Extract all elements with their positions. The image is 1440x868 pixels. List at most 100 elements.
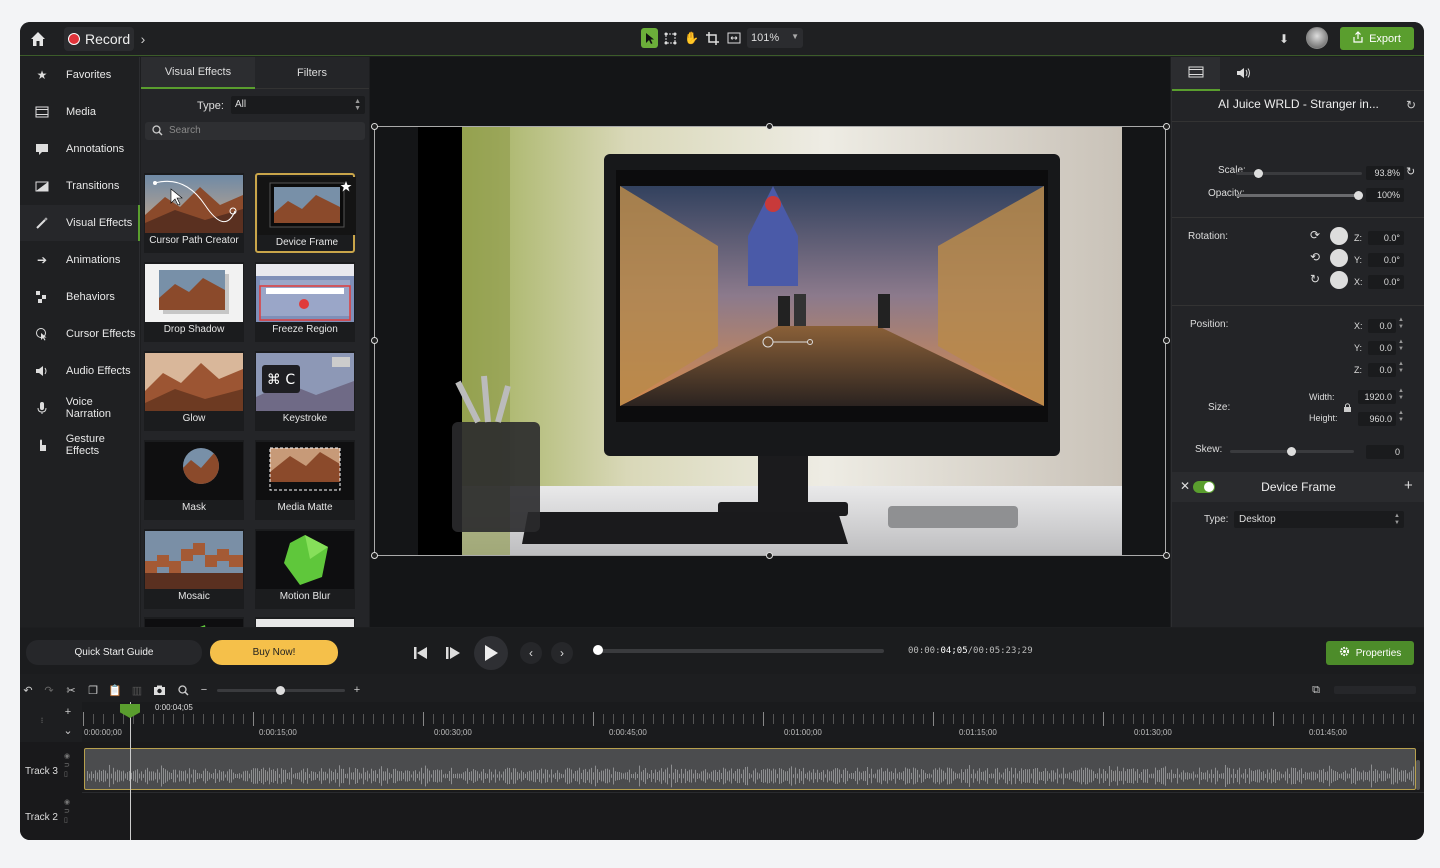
buy-now-button[interactable]: Buy Now! (210, 640, 338, 665)
track-controls-icon[interactable]: ◉ ⊃ ▯ (64, 752, 70, 779)
stepper-icon[interactable]: ▲ ▼ (1398, 339, 1404, 353)
resize-handle[interactable] (766, 552, 773, 559)
add-icon[interactable]: + (1404, 477, 1413, 494)
properties-button[interactable]: Properties (1326, 641, 1414, 665)
opacity-slider-knob[interactable] (1354, 191, 1363, 200)
rotation-y-field[interactable]: 0.0° (1368, 253, 1404, 267)
scale-slider-knob[interactable] (1254, 169, 1263, 178)
effect-tile-mask[interactable]: Mask (144, 440, 244, 520)
skew-field[interactable]: 0 (1366, 445, 1404, 459)
sidebar-item-transitions[interactable]: Transitions (20, 168, 140, 204)
scrub-bar[interactable] (596, 649, 884, 653)
resize-handle[interactable] (1163, 123, 1170, 130)
tab-visual-properties[interactable] (1172, 57, 1220, 91)
snapshot-icon[interactable] (151, 682, 167, 698)
timeline-zoom-knob[interactable] (276, 686, 285, 695)
resize-handle[interactable] (1163, 552, 1170, 559)
sidebar-item-behaviors[interactable]: Behaviors (20, 279, 140, 315)
add-track-icon[interactable]: + (60, 704, 76, 720)
position-y-field[interactable]: 0.0 (1368, 341, 1396, 355)
sidebar-item-favorites[interactable]: ★ Favorites (20, 57, 140, 93)
export-button[interactable]: Export (1340, 27, 1414, 50)
height-field[interactable]: 960.0 (1358, 412, 1396, 426)
tab-visual-effects[interactable]: Visual Effects (141, 57, 255, 89)
step-back-icon[interactable] (410, 642, 432, 664)
resize-handle[interactable] (766, 123, 773, 130)
effect-tile-cursor-path-creator[interactable]: Cursor Path Creator (144, 173, 244, 253)
reset-icon[interactable]: ↻ (1406, 98, 1416, 112)
crop-icon[interactable] (704, 28, 721, 48)
cut-icon[interactable]: ✂ (63, 682, 79, 698)
vertical-scrollbar[interactable] (1416, 760, 1420, 790)
skew-slider-knob[interactable] (1287, 447, 1296, 456)
position-x-field[interactable]: 0.0 (1368, 319, 1396, 333)
sidebar-item-animations[interactable]: ➔ Animations (20, 242, 140, 278)
playhead[interactable] (130, 702, 131, 840)
type-select[interactable]: All ▲ ▼ (231, 96, 365, 114)
scrub-bar-knob[interactable] (593, 645, 603, 655)
zoom-icon[interactable] (175, 682, 191, 698)
edit-points-icon[interactable] (662, 28, 679, 48)
position-z-field[interactable]: 0.0 (1368, 363, 1396, 377)
select-tool-icon[interactable] (641, 28, 658, 48)
search-input[interactable]: Search (145, 122, 365, 140)
timeline-scroll[interactable] (1334, 686, 1416, 694)
sidebar-item-visual-effects[interactable]: Visual Effects (20, 205, 140, 241)
effect-tile-device-frame[interactable]: Device Frame (255, 173, 356, 253)
magnet-icon[interactable]: ⁝ (34, 712, 50, 728)
resize-handle[interactable] (371, 123, 378, 130)
effect-tile-glow[interactable]: Glow (144, 351, 244, 431)
effect-tile-motion-blur[interactable]: Motion Blur (255, 529, 355, 609)
download-icon[interactable]: ⬇ (1274, 29, 1294, 49)
scale-field[interactable]: 93.8% (1366, 166, 1404, 180)
resize-handle[interactable] (371, 337, 378, 344)
effect-tile-keystroke[interactable]: ⌘ C Keystroke (255, 351, 355, 431)
redo-icon[interactable]: ↷ (41, 682, 57, 698)
rotate-y-icon[interactable]: ⟲ (1310, 250, 1320, 264)
rotate-z-icon[interactable]: ⟳ (1310, 228, 1320, 242)
opacity-slider[interactable] (1236, 194, 1362, 197)
rotation-y-dial[interactable] (1330, 249, 1348, 267)
copy-icon[interactable]: ❐ (85, 682, 101, 698)
stepper-icon[interactable]: ▲ ▼ (1398, 388, 1404, 402)
sidebar-item-cursor-effects[interactable]: Cursor Effects (20, 316, 140, 352)
avatar[interactable] (1306, 27, 1328, 49)
sidebar-item-voice-narration[interactable]: Voice Narration (20, 390, 140, 426)
paste-icon[interactable]: 📋 (107, 682, 123, 698)
sidebar-item-media[interactable]: Media (20, 94, 140, 130)
rotation-x-field[interactable]: 0.0° (1368, 275, 1404, 289)
effect-type-select[interactable]: Desktop ▲ ▼ (1234, 511, 1404, 528)
rotation-z-dial[interactable] (1330, 227, 1348, 245)
next-icon[interactable]: › (551, 642, 573, 664)
resize-handle[interactable] (371, 552, 378, 559)
resize-handle[interactable] (1163, 337, 1170, 344)
chevron-down-icon[interactable]: ⌄ (60, 722, 76, 738)
stepper-icon[interactable]: ▲ ▼ (1398, 410, 1404, 424)
zoom-select[interactable]: 101% ▼ (747, 28, 803, 48)
chevron-right-icon[interactable]: › (136, 29, 150, 49)
rotation-x-dial[interactable] (1330, 271, 1348, 289)
quick-start-guide-button[interactable]: Quick Start Guide (26, 640, 202, 665)
reset-icon[interactable]: ↻ (1406, 165, 1415, 178)
width-field[interactable]: 1920.0 (1358, 390, 1396, 404)
lock-icon[interactable] (1343, 402, 1352, 416)
effect-tile-partial[interactable] (255, 617, 355, 627)
split-icon[interactable]: ▥ (129, 682, 145, 698)
opacity-field[interactable]: 100% (1366, 188, 1404, 202)
media-clip[interactable] (84, 748, 1416, 790)
fit-canvas-icon[interactable] (725, 28, 742, 48)
effect-tile-mosaic[interactable]: Mosaic (144, 529, 244, 609)
timeline-ruler[interactable]: 0:00:00;00 0:00:15;00 0:00:30;00 0:00:45… (82, 702, 1424, 742)
tab-audio-properties[interactable] (1220, 57, 1268, 91)
tab-filters[interactable]: Filters (255, 57, 369, 89)
detach-icon[interactable]: ⧉ (1308, 682, 1324, 698)
zoom-out-icon[interactable]: − (196, 682, 212, 698)
track-controls-icon[interactable]: ◉ ⊃ ▯ (64, 798, 70, 825)
pan-hand-icon[interactable]: ✋ (683, 28, 700, 48)
effect-tile-media-matte[interactable]: Media Matte (255, 440, 355, 520)
sidebar-item-audio-effects[interactable]: Audio Effects (20, 353, 140, 389)
effect-tile-drop-shadow[interactable]: Drop Shadow (144, 262, 244, 342)
zoom-in-icon[interactable]: + (349, 682, 365, 698)
previous-icon[interactable]: ‹ (520, 642, 542, 664)
stepper-icon[interactable]: ▲ ▼ (1398, 317, 1404, 331)
